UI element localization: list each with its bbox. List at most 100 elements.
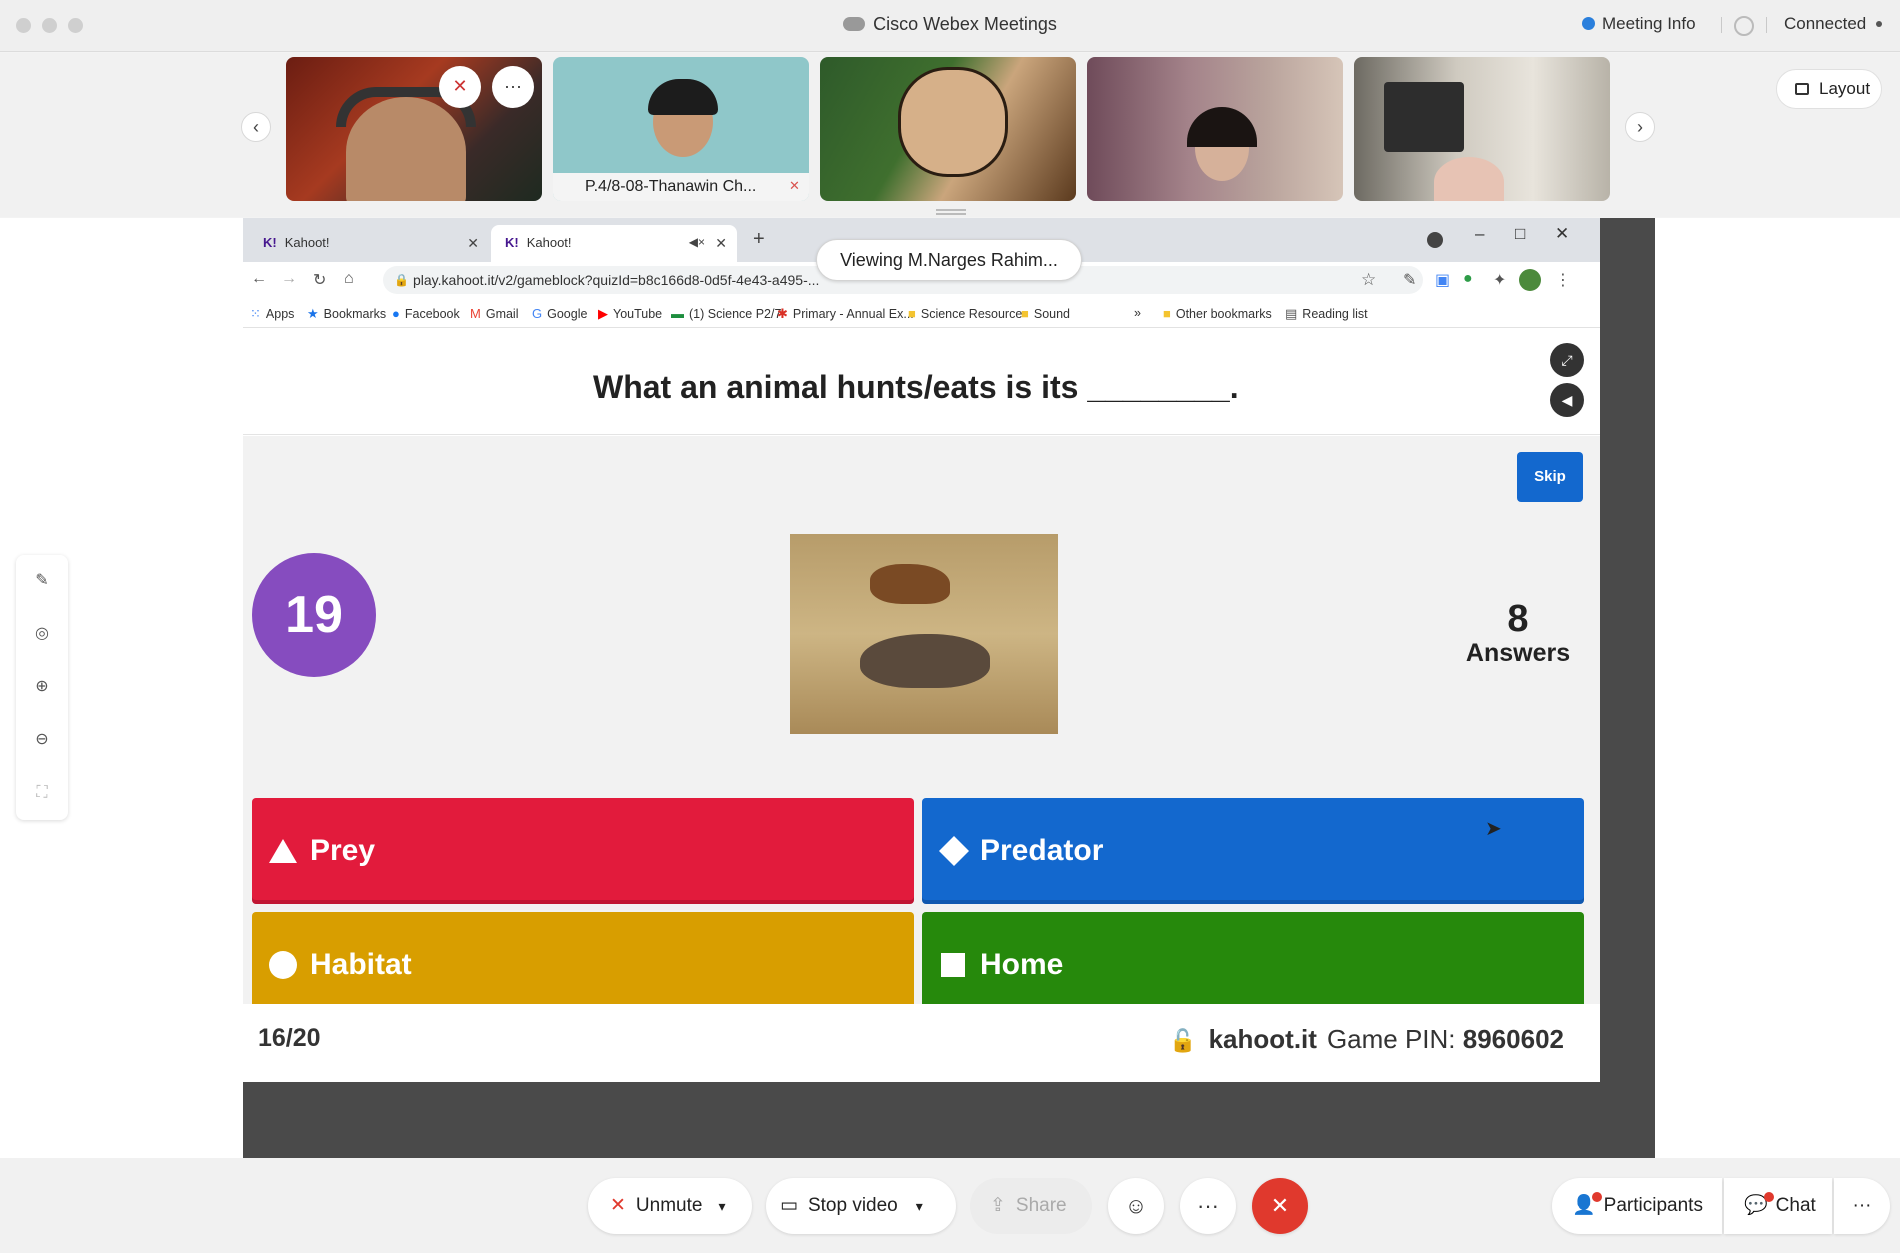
translate-extension-icon[interactable]: ▣ (1435, 270, 1450, 290)
answer-option-habitat[interactable]: Habitat (252, 912, 914, 1018)
folder-icon: ■ (908, 306, 916, 321)
maximize-icon[interactable]: □ (1515, 224, 1525, 244)
extensions-puzzle-icon[interactable]: ✦ (1493, 270, 1506, 290)
more-bookmarks-icon[interactable]: » (1134, 306, 1141, 320)
emoji-icon: ☺ (1124, 1193, 1148, 1218)
bookmark-gmail[interactable]: M Gmail (470, 306, 519, 321)
zoom-in-icon[interactable]: ⊕ (30, 675, 54, 699)
connection-status: Connected (1784, 14, 1883, 34)
bookmark-science-resource[interactable]: ■ Science Resource (908, 306, 1022, 321)
bookmark-facebook[interactable]: ● Facebook (392, 306, 460, 321)
filmstrip-next-button[interactable]: › (1625, 112, 1655, 142)
game-footer: 16/20 🔓 kahoot.it Game PIN: 8960602 (243, 1004, 1600, 1082)
video-tile[interactable] (820, 57, 1076, 201)
more-options-button[interactable]: ··· (1180, 1178, 1236, 1234)
bookmarks-bar: ⁙ Apps ★ Bookmarks ● Facebook M Gmail G Googl… (243, 298, 1600, 328)
kahoot-favicon: K! (263, 235, 277, 250)
chevron-down-icon[interactable]: ▾ (718, 1198, 725, 1214)
close-browser-icon[interactable]: ✕ (1555, 224, 1569, 244)
participant-name: P.4/8-08-Thanawin Ch... (553, 173, 809, 201)
fit-screen-icon[interactable]: ⛶ (30, 781, 54, 805)
home-icon[interactable]: ⌂ (344, 270, 354, 288)
muted-mic-icon[interactable]: ✕ (439, 66, 481, 108)
bookmark-youtube[interactable]: ▶ YouTube (598, 306, 662, 322)
bookmark-google[interactable]: G Google (532, 306, 587, 321)
mouse-cursor-icon: ➤ (1485, 818, 1502, 840)
reading-list-icon: ▤ (1285, 306, 1298, 321)
unlock-icon: 🔓 (1169, 1028, 1197, 1053)
close-tab-icon[interactable]: ✕ (467, 235, 479, 252)
bookmark-primary[interactable]: ✱ Primary - Annual Ex... (777, 306, 914, 322)
bookmark-sound[interactable]: ■ Sound (1021, 306, 1070, 321)
answer-option-predator[interactable]: Predator (922, 798, 1584, 904)
forward-icon[interactable]: → (281, 270, 297, 288)
answers-counter: 8 Answers (1465, 598, 1571, 667)
apps-grid-icon: ⁙ (250, 306, 261, 321)
bookmark-star-icon[interactable]: ☆ (1361, 270, 1376, 290)
folder-icon: ■ (1021, 306, 1029, 321)
video-tile[interactable]: ✕ ··· (286, 57, 542, 201)
reactions-button[interactable]: ☺ (1108, 1178, 1164, 1234)
bookmark-science[interactable]: ▬ (1) Science P2/7 (671, 306, 781, 321)
tab-muted-icon[interactable]: ◀× (689, 235, 705, 249)
zoom-out-icon[interactable]: ⊖ (30, 728, 54, 752)
annotate-pen-icon[interactable]: ✎ (30, 569, 54, 593)
globe-extension-icon[interactable]: ● (1463, 270, 1473, 288)
lock-icon: 🔒 (394, 273, 409, 287)
warthog-figure (860, 634, 990, 688)
square-icon (941, 953, 965, 977)
new-tab-icon[interactable]: + (753, 228, 765, 251)
share-button[interactable]: ⇪ Share (970, 1178, 1092, 1234)
classroom-icon: ▬ (671, 306, 684, 321)
layout-button[interactable]: Layout (1776, 69, 1882, 109)
game-area: Skip 19 8 Answers Prey Predator Habitat … (243, 436, 1600, 1018)
participant-filmstrip: ‹ ✕ ··· P.4/8-08-Thanawin Ch... ✕ › Layo… (0, 53, 1900, 217)
share-icon: ⇪ (990, 1195, 1006, 1216)
leave-meeting-button[interactable]: ✕ (1252, 1178, 1308, 1234)
skip-button[interactable]: Skip (1517, 452, 1583, 502)
fullscreen-icon[interactable]: ⤢ (1550, 343, 1584, 377)
tab-search-icon[interactable] (1427, 232, 1443, 248)
chevron-down-icon[interactable]: ▾ (916, 1198, 923, 1214)
folder-icon: ■ (1163, 306, 1171, 321)
meeting-info-button[interactable]: Meeting Info (1582, 14, 1696, 34)
question-progress: 16/20 (258, 1024, 321, 1052)
participants-button[interactable]: 👤 Participants (1552, 1178, 1722, 1234)
more-panels-button[interactable]: ··· (1834, 1178, 1890, 1234)
video-tile[interactable]: P.4/8-08-Thanawin Ch... ✕ (553, 57, 809, 201)
profile-avatar[interactable] (1519, 269, 1541, 291)
lioness-figure (870, 564, 950, 604)
bookmark-apps[interactable]: ⁙ Apps (250, 306, 294, 322)
answer-option-home[interactable]: Home (922, 912, 1584, 1018)
recording-icon[interactable] (1734, 16, 1754, 36)
bookmark-bookmarks[interactable]: ★ Bookmarks (307, 306, 386, 322)
question-text: What an animal hunts/eats is its _______… (593, 369, 1239, 405)
filmstrip-prev-button[interactable]: ‹ (241, 112, 271, 142)
notification-dot (1592, 1192, 1602, 1202)
primary-icon: ✱ (777, 306, 788, 321)
volume-icon[interactable]: ◀ (1550, 383, 1584, 417)
meeting-controls: ✕ Unmute ▾ ▭ Stop video ▾ ⇪ Share ☺ ··· ✕ 👤 Pa… (0, 1158, 1900, 1253)
close-tab-icon[interactable]: ✕ (715, 235, 727, 252)
layout-icon (1795, 83, 1809, 95)
browser-menu-icon[interactable]: ⋮ (1555, 270, 1571, 290)
webex-camera-icon (843, 17, 866, 31)
back-icon[interactable]: ← (251, 270, 267, 288)
other-bookmarks[interactable]: ■ Other bookmarks (1163, 306, 1272, 321)
minimize-icon[interactable]: – (1475, 224, 1484, 244)
resize-handle[interactable] (936, 209, 966, 215)
google-icon: G (532, 306, 543, 321)
unmute-button[interactable]: ✕ Unmute ▾ (588, 1178, 752, 1234)
browser-tab-active[interactable]: K! Kahoot! ◀× ✕ (491, 225, 737, 262)
more-options-button[interactable]: ··· (492, 66, 534, 108)
reading-list[interactable]: ▤ Reading list (1285, 306, 1368, 322)
chat-button[interactable]: 💬 Chat (1724, 1178, 1832, 1234)
remote-control-icon[interactable]: ◎ (30, 622, 54, 646)
answer-option-prey[interactable]: Prey (252, 798, 914, 904)
browser-tab[interactable]: K! Kahoot! ✕ (249, 225, 489, 262)
reload-icon[interactable]: ↻ (313, 270, 326, 290)
video-tile[interactable] (1087, 57, 1343, 201)
video-tile[interactable] (1354, 57, 1610, 201)
eyedropper-extension-icon[interactable]: ✎ (1403, 270, 1416, 290)
stop-video-button[interactable]: ▭ Stop video ▾ (766, 1178, 956, 1234)
